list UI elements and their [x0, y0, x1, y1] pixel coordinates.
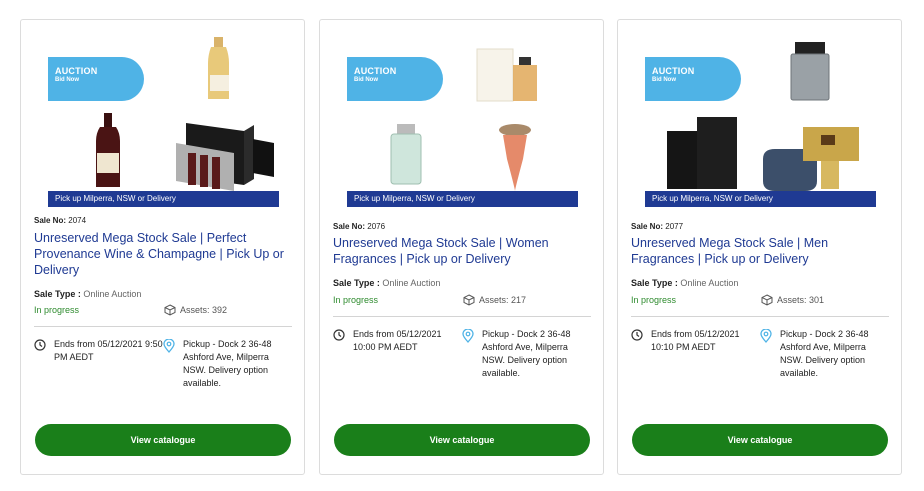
pickup-text: Pickup - Dock 2 36-48 Ashford Ave, Milpe… — [482, 329, 571, 378]
pickup-strip: Pick up Milperra, NSW or Delivery — [645, 191, 876, 207]
assets-count: Assets: 301 — [761, 294, 824, 306]
assets-count: Assets: 392 — [164, 304, 227, 316]
box-icon — [463, 294, 475, 306]
sale-type-label: Sale Type : — [34, 289, 81, 299]
clock-icon — [333, 329, 345, 341]
bid-now-label: Bid Now — [354, 77, 378, 83]
end-time: Ends from 05/12/2021 10:10 PM AEDT — [631, 328, 761, 354]
clock-icon — [34, 339, 46, 351]
sale-number: Sale No: 2074 — [34, 216, 86, 225]
view-catalogue-button[interactable]: View catalogue — [632, 424, 888, 456]
auction-bid-now-badge: AUCTION Bid Now — [347, 57, 443, 101]
sale-no-value: 2074 — [68, 216, 87, 225]
auction-label: AUCTION — [354, 66, 397, 76]
auction-card: AUCTION Bid Now Pick up Milperra, NSW or… — [20, 19, 305, 475]
sale-number: Sale No: 2077 — [631, 222, 683, 231]
clock-icon — [631, 329, 643, 341]
sale-no-value: 2076 — [367, 222, 386, 231]
sale-type: Sale Type : Online Auction — [631, 278, 738, 288]
sale-type: Sale Type : Online Auction — [34, 289, 141, 299]
auction-bid-now-badge: AUCTION Bid Now — [48, 57, 144, 101]
pickup-text: Pickup - Dock 2 36-48 Ashford Ave, Milpe… — [183, 339, 272, 388]
auction-banner-image[interactable]: AUCTION Bid Now Pick up Milperra, NSW or… — [48, 35, 279, 207]
sale-number: Sale No: 2076 — [333, 222, 385, 231]
end-time-text: Ends from 05/12/2021 9:50 PM AEDT — [54, 339, 163, 362]
pickup-text: Pickup - Dock 2 36-48 Ashford Ave, Milpe… — [780, 329, 869, 378]
sale-type-value: Online Auction — [83, 289, 142, 299]
end-time: Ends from 05/12/2021 9:50 PM AEDT — [34, 338, 164, 364]
auction-title-link[interactable]: Unreserved Mega Stock Sale | Men Fragran… — [631, 235, 893, 267]
pickup-location: Pickup - Dock 2 36-48 Ashford Ave, Milpe… — [462, 328, 590, 380]
sale-no-label: Sale No: — [333, 222, 366, 231]
status-text: In progress — [34, 305, 80, 315]
end-time-text: Ends from 05/12/2021 10:00 PM AEDT — [353, 329, 442, 352]
auction-card: AUCTION Bid Now Pick up Milperra, NSW or… — [617, 19, 902, 475]
assets-label: Assets: 392 — [180, 305, 228, 315]
bid-now-label: Bid Now — [652, 77, 676, 83]
auction-banner-image[interactable]: AUCTION Bid Now Pick up Milperra, NSW or… — [347, 35, 578, 207]
divider — [631, 316, 889, 317]
sale-type: Sale Type : Online Auction — [333, 278, 440, 288]
auction-banner-image[interactable]: AUCTION Bid Now Pick up Milperra, NSW or… — [645, 35, 876, 207]
sale-no-label: Sale No: — [34, 216, 67, 225]
pickup-location: Pickup - Dock 2 36-48 Ashford Ave, Milpe… — [760, 328, 888, 380]
auction-label: AUCTION — [652, 66, 695, 76]
box-icon — [164, 304, 176, 316]
auction-title-link[interactable]: Unreserved Mega Stock Sale | Perfect Pro… — [34, 230, 296, 278]
sale-type-value: Online Auction — [680, 278, 739, 288]
sale-no-label: Sale No: — [631, 222, 664, 231]
pickup-strip: Pick up Milperra, NSW or Delivery — [347, 191, 578, 207]
divider — [333, 316, 591, 317]
sale-no-value: 2077 — [665, 222, 684, 231]
assets-count: Assets: 217 — [463, 294, 526, 306]
auction-bid-now-badge: AUCTION Bid Now — [645, 57, 741, 101]
end-time: Ends from 05/12/2021 10:00 PM AEDT — [333, 328, 463, 354]
divider — [34, 326, 292, 327]
auction-label: AUCTION — [55, 66, 98, 76]
map-pin-icon — [760, 329, 772, 343]
sale-type-label: Sale Type : — [333, 278, 380, 288]
box-icon — [761, 294, 773, 306]
sale-type-value: Online Auction — [382, 278, 441, 288]
status-text: In progress — [631, 295, 677, 305]
assets-label: Assets: 301 — [777, 295, 825, 305]
bid-now-label: Bid Now — [55, 77, 79, 83]
auction-title-link[interactable]: Unreserved Mega Stock Sale | Women Fragr… — [333, 235, 595, 267]
pickup-strip: Pick up Milperra, NSW or Delivery — [48, 191, 279, 207]
sale-type-label: Sale Type : — [631, 278, 678, 288]
map-pin-icon — [163, 339, 175, 353]
assets-label: Assets: 217 — [479, 295, 527, 305]
auction-card: AUCTION Bid Now Pick up Milperra, NSW or… — [319, 19, 604, 475]
end-time-text: Ends from 05/12/2021 10:10 PM AEDT — [651, 329, 740, 352]
view-catalogue-button[interactable]: View catalogue — [35, 424, 291, 456]
view-catalogue-button[interactable]: View catalogue — [334, 424, 590, 456]
pickup-location: Pickup - Dock 2 36-48 Ashford Ave, Milpe… — [163, 338, 291, 390]
map-pin-icon — [462, 329, 474, 343]
status-text: In progress — [333, 295, 379, 305]
